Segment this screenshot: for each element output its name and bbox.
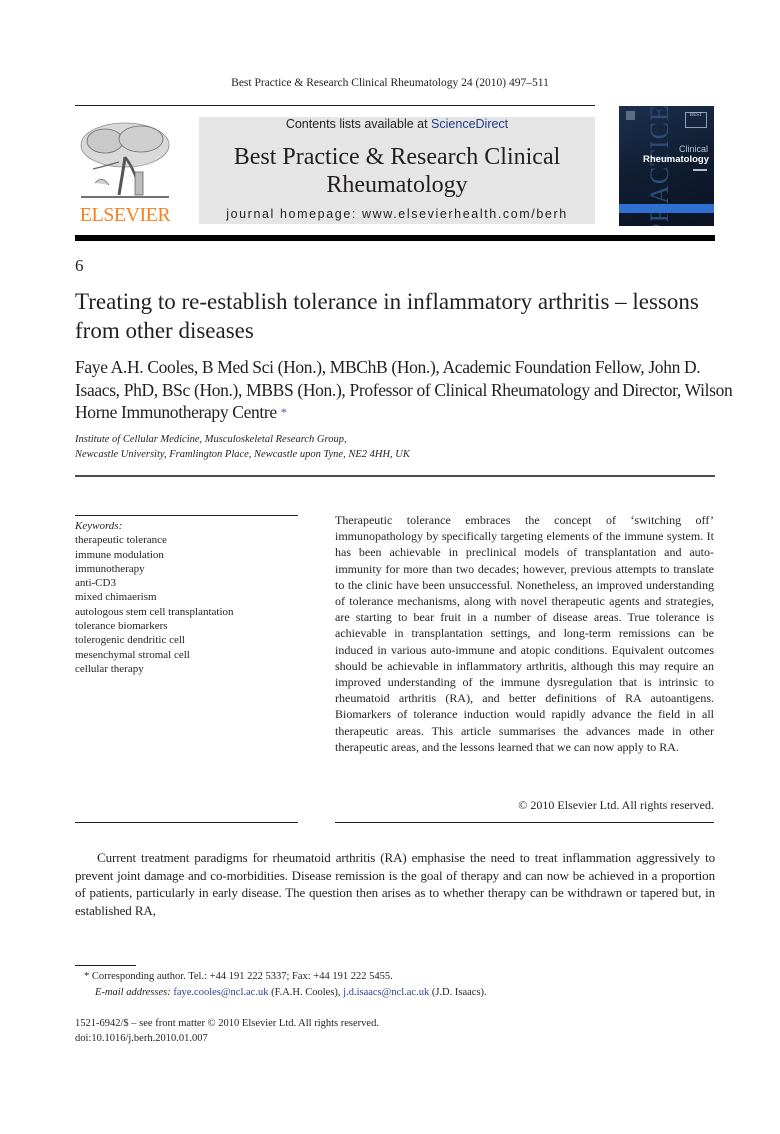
- abstract: Therapeutic tolerance embraces the conce…: [335, 513, 714, 754]
- section-rule: [75, 475, 715, 477]
- abstract-copyright: © 2010 Elsevier Ltd. All rights reserved…: [518, 798, 714, 812]
- journal-title: Best Practice & Research Clinical Rheuma…: [233, 144, 561, 198]
- footnote-rule: [75, 965, 136, 966]
- corresponding-author-link[interactable]: *: [281, 405, 287, 419]
- article-title: Treating to re-establish tolerance in in…: [75, 289, 699, 343]
- affiliation-line: Institute of Cellular Medicine, Musculos…: [75, 434, 347, 445]
- keyword-item: mixed chimaerism: [75, 591, 157, 604]
- header-rule: [75, 105, 595, 106]
- keyword-item: tolerance biomarkers: [75, 620, 168, 633]
- contents-line: Contents lists available at ScienceDirec…: [199, 117, 595, 131]
- chapter-number: 6: [75, 256, 84, 275]
- affiliation: Institute of Cellular Medicine, Musculos…: [75, 432, 715, 462]
- contents-prefix: Contents lists available at: [285, 117, 432, 131]
- keyword-item: tolerogenic dendritic cell: [75, 634, 185, 647]
- publisher-mark-icon: [626, 111, 635, 120]
- keywords-list: Keywords: therapeutic tolerance immune m…: [75, 519, 305, 676]
- journal-homepage-link[interactable]: journal homepage: www.elsevierhealth.com…: [199, 207, 595, 221]
- affiliation-line: Newcastle University, Framlington Place,…: [75, 449, 410, 460]
- cover-band: [619, 204, 714, 213]
- elsevier-logo[interactable]: ELSEVIER: [75, 117, 175, 227]
- running-head: Best Practice & Research Clinical Rheuma…: [231, 77, 549, 89]
- sciencedirect-link[interactable]: ScienceDirect: [431, 117, 508, 131]
- keywords-rule-top: [75, 515, 298, 516]
- cover-editor-line: [693, 169, 707, 171]
- keyword-item: immunotherapy: [75, 562, 145, 575]
- keyword-item: therapeutic tolerance: [75, 534, 167, 547]
- email-owner: (F.A.H. Cooles),: [271, 987, 341, 998]
- issn-line: 1521-6942/$ – see front matter © 2010 El…: [75, 1018, 379, 1029]
- cover-title: Rheumatology: [643, 154, 709, 165]
- header-thick-rule: [75, 235, 715, 241]
- publisher-name: ELSEVIER: [79, 204, 171, 226]
- email-line: E-mail addresses: faye.cooles@ncl.ac.uk …: [84, 985, 724, 1001]
- cover-subtitle: Clinical: [678, 144, 708, 154]
- corresponding-text: Corresponding author. Tel.: +44 191 222 …: [91, 971, 393, 982]
- keyword-item: immune modulation: [75, 548, 164, 561]
- email-owner: (J.D. Isaacs).: [431, 987, 487, 998]
- keyword-item: mesenchymal stromal cell: [75, 648, 190, 661]
- authors-text: Faye A.H. Cooles, B Med Sci (Hon.), MBCh…: [75, 357, 733, 422]
- cover-badge: BEST: [685, 112, 707, 128]
- body-paragraph: Current treatment paradigms for rheumato…: [75, 850, 715, 918]
- keywords-rule-bottom: [75, 822, 298, 823]
- email-link-cooles[interactable]: faye.cooles@ncl.ac.uk: [173, 987, 268, 998]
- corresponding-note: * Corresponding author. Tel.: +44 191 22…: [84, 969, 724, 985]
- author-list: Faye A.H. Cooles, B Med Sci (Hon.), MBCh…: [75, 356, 735, 424]
- front-matter: 1521-6942/$ – see front matter © 2010 El…: [75, 1017, 379, 1046]
- doi-link[interactable]: doi:10.1016/j.berh.2010.01.007: [75, 1032, 379, 1047]
- keywords-label: Keywords:: [75, 520, 123, 532]
- journal-banner: Contents lists available at ScienceDirec…: [199, 117, 595, 224]
- keyword-item: autologous stem cell transplantation: [75, 605, 234, 618]
- keyword-item: cellular therapy: [75, 662, 144, 675]
- abstract-rule-bottom: [335, 822, 714, 823]
- footnote: * Corresponding author. Tel.: +44 191 22…: [84, 969, 724, 1001]
- elsevier-tree-icon: [80, 122, 170, 198]
- journal-cover[interactable]: BEST PRACTICE Clinical Rheumatology: [619, 106, 714, 226]
- email-link-isaacs[interactable]: j.d.isaacs@ncl.ac.uk: [343, 987, 429, 998]
- email-label: E-mail addresses:: [95, 987, 171, 998]
- footnote-marker: *: [84, 971, 90, 982]
- keyword-item: anti-CD3: [75, 577, 116, 590]
